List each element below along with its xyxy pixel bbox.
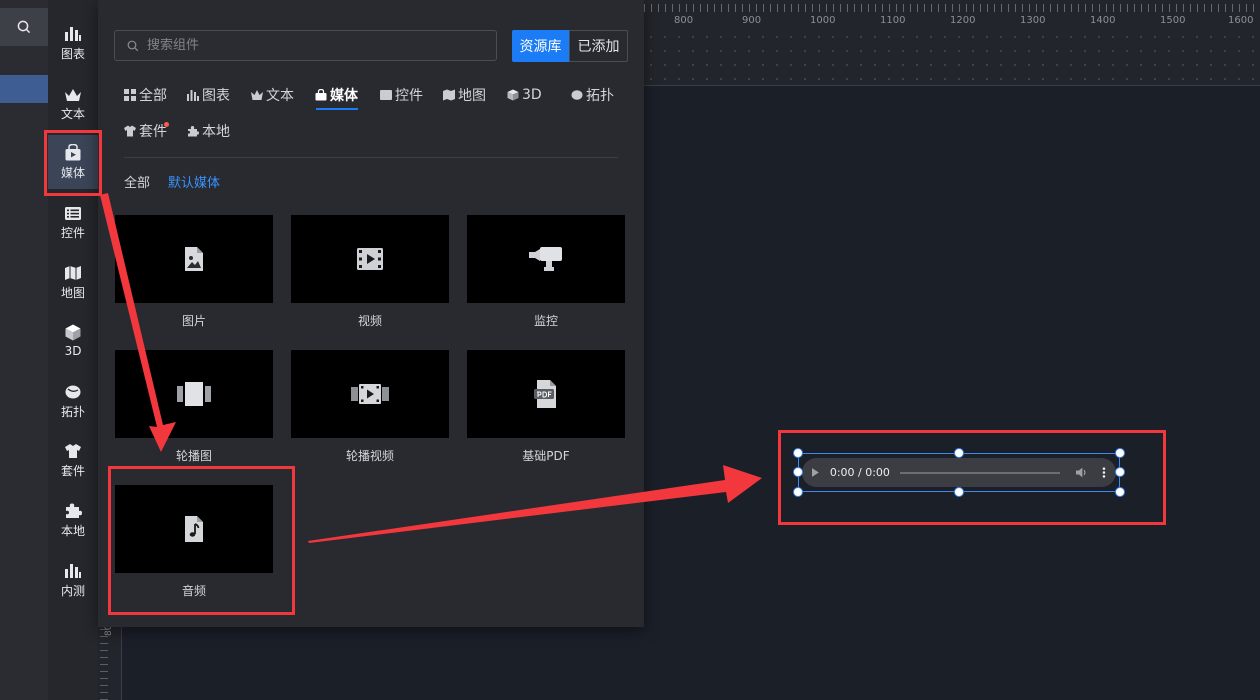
tab-media[interactable]: 媒体 bbox=[315, 84, 358, 106]
search-icon bbox=[127, 40, 139, 51]
puzzle-icon bbox=[187, 125, 199, 137]
active-tab-underline bbox=[316, 108, 358, 110]
nav-label: 地图 bbox=[60, 286, 85, 300]
ruler-label: 900 bbox=[742, 15, 762, 26]
global-search-button[interactable] bbox=[0, 8, 48, 46]
left-active-item[interactable] bbox=[0, 75, 48, 103]
cube-icon bbox=[507, 89, 519, 101]
tab-control[interactable]: 控件 bbox=[380, 84, 423, 106]
ruler-label: 1200 bbox=[950, 15, 976, 26]
ruler-label: 1300 bbox=[1020, 15, 1046, 26]
nav-item-control[interactable]: 控件 bbox=[48, 195, 98, 249]
component-card-monitor[interactable]: 监控 bbox=[467, 215, 625, 329]
search-input[interactable] bbox=[147, 38, 487, 53]
ruler-label: 1000 bbox=[810, 15, 836, 26]
nav-item-local[interactable]: 本地 bbox=[48, 493, 98, 547]
nav-label: 3D bbox=[64, 343, 82, 358]
component-card-video[interactable]: 视频 bbox=[291, 215, 449, 329]
list-control-icon bbox=[63, 203, 83, 221]
annotation-box-audio-card bbox=[108, 466, 295, 615]
map-icon bbox=[443, 89, 455, 101]
card-thumbnail bbox=[115, 350, 273, 438]
shirt-kit-icon bbox=[124, 125, 136, 137]
puzzle-icon bbox=[63, 501, 83, 519]
nav-label: 控件 bbox=[60, 226, 85, 240]
nav-item-beta[interactable]: 内测 bbox=[48, 553, 98, 607]
nav-item-map[interactable]: 地图 bbox=[48, 255, 98, 309]
bar-chart-icon bbox=[63, 561, 83, 579]
pdf-icon bbox=[534, 380, 556, 408]
cube-icon bbox=[63, 323, 83, 341]
left-strip bbox=[0, 0, 48, 700]
list-control-icon bbox=[380, 89, 392, 101]
card-label: 视频 bbox=[357, 314, 382, 328]
topology-icon bbox=[63, 382, 83, 400]
card-label: 图片 bbox=[181, 314, 206, 328]
crown-text-icon bbox=[63, 84, 83, 102]
tab-topology[interactable]: 拓扑 bbox=[571, 84, 614, 106]
card-thumbnail bbox=[291, 350, 449, 438]
card-thumbnail bbox=[115, 215, 273, 303]
shirt-kit-icon bbox=[63, 441, 83, 459]
card-thumbnail bbox=[467, 350, 625, 438]
card-thumbnail bbox=[467, 215, 625, 303]
film-icon bbox=[357, 248, 383, 270]
tab-text[interactable]: 文本 bbox=[251, 84, 294, 106]
card-label: 轮播图 bbox=[175, 449, 212, 463]
film-strip-icon bbox=[351, 384, 389, 404]
component-card-image[interactable]: 图片 bbox=[115, 215, 273, 329]
filter-default-media[interactable]: 默认媒体 bbox=[168, 172, 220, 191]
nav-label: 内测 bbox=[60, 584, 85, 598]
nav-item-chart[interactable]: 图表 bbox=[48, 16, 98, 70]
added-button[interactable]: 已添加 bbox=[569, 30, 628, 62]
image-file-icon bbox=[185, 247, 203, 271]
map-icon bbox=[63, 263, 83, 281]
bar-chart-icon bbox=[187, 89, 199, 101]
nav-item-text[interactable]: 文本 bbox=[48, 76, 98, 130]
tab-local[interactable]: 本地 bbox=[187, 120, 230, 142]
annotation-box-audio-component bbox=[778, 430, 1166, 525]
tab-map[interactable]: 地图 bbox=[443, 84, 486, 106]
divider bbox=[124, 157, 618, 158]
nav-item-3d[interactable]: 3D bbox=[48, 313, 98, 367]
resource-library-button[interactable]: 资源库 bbox=[512, 30, 569, 62]
card-label: 监控 bbox=[533, 314, 558, 328]
card-label: 基础PDF bbox=[522, 449, 570, 463]
grid-icon bbox=[124, 89, 136, 101]
nav-label: 套件 bbox=[60, 464, 85, 478]
card-label: 轮播视频 bbox=[345, 449, 394, 463]
annotation-box-media-nav bbox=[44, 130, 102, 196]
tab-chart[interactable]: 图表 bbox=[187, 84, 230, 106]
ruler-label: 1400 bbox=[1090, 15, 1116, 26]
tab-kit[interactable]: 套件 bbox=[124, 120, 167, 142]
ruler-label: 1100 bbox=[880, 15, 906, 26]
bar-chart-icon bbox=[63, 24, 83, 42]
nav-label: 拓扑 bbox=[60, 405, 85, 419]
filter-all[interactable]: 全部 bbox=[124, 172, 150, 191]
nav-label: 文本 bbox=[60, 107, 85, 121]
topology-icon bbox=[571, 89, 583, 101]
tab-3d[interactable]: 3D bbox=[507, 84, 542, 106]
component-card-pdf[interactable]: 基础PDF bbox=[467, 350, 625, 464]
component-card-carousel[interactable]: 轮播图 bbox=[115, 350, 273, 464]
ruler-label: 1500 bbox=[1160, 15, 1186, 26]
new-badge-dot bbox=[164, 122, 169, 127]
crown-text-icon bbox=[251, 89, 263, 101]
ruler-label: 800 bbox=[674, 15, 694, 26]
component-card-carousel-video[interactable]: 轮播视频 bbox=[291, 350, 449, 464]
nav-label: 本地 bbox=[60, 524, 85, 538]
camera-icon bbox=[529, 247, 562, 271]
tab-all[interactable]: 全部 bbox=[124, 84, 167, 106]
nav-label: 图表 bbox=[60, 47, 85, 61]
nav-item-topology[interactable]: 拓扑 bbox=[48, 374, 98, 428]
carousel-icon bbox=[177, 382, 211, 406]
ruler-label: 1600 bbox=[1228, 15, 1254, 26]
media-bag-icon bbox=[315, 88, 327, 101]
search-icon bbox=[17, 20, 31, 34]
search-box[interactable] bbox=[114, 30, 497, 61]
nav-item-kit[interactable]: 套件 bbox=[48, 433, 98, 487]
component-nav: 图表 文本 媒体 控件 地图 3D 拓扑 套件 本地 内测 bbox=[48, 0, 98, 700]
card-thumbnail bbox=[291, 215, 449, 303]
